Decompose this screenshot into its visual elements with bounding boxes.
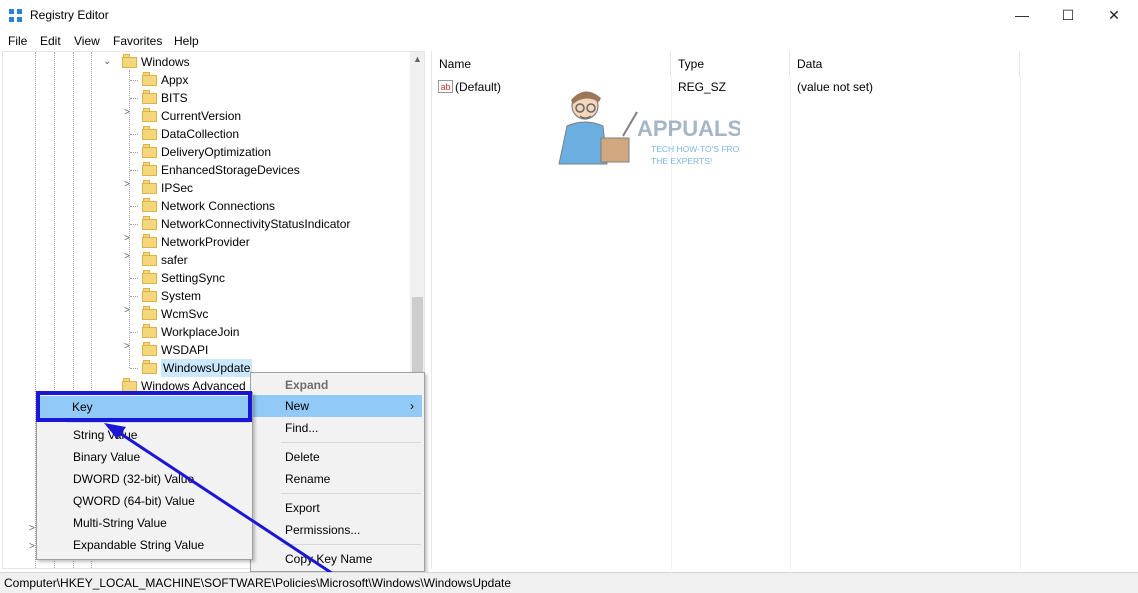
annotation-overlay: [36, 391, 363, 593]
status-bar: Computer\HKEY_LOCAL_MACHINE\SOFTWARE\Pol…: [0, 572, 1138, 593]
highlight-box: [36, 391, 252, 422]
status-path: Computer\HKEY_LOCAL_MACHINE\SOFTWARE\Pol…: [4, 576, 512, 590]
arrow-line: [111, 426, 363, 593]
